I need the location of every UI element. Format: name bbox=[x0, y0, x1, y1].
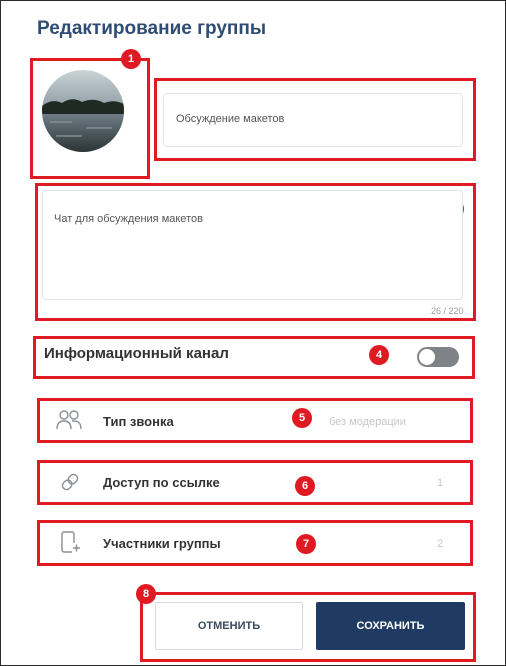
call-type-value: без модерации bbox=[329, 416, 406, 428]
members-value: 2 bbox=[437, 538, 444, 550]
link-icon bbox=[61, 473, 79, 491]
group-avatar[interactable] bbox=[42, 70, 124, 152]
info-channel-toggle[interactable] bbox=[417, 347, 459, 367]
members-label: Участники группы bbox=[103, 536, 221, 551]
annotation-badge-4: 4 bbox=[369, 345, 389, 365]
call-type-label: Тип звонка bbox=[103, 414, 174, 429]
avatar-image bbox=[42, 70, 124, 152]
call-type-row[interactable]: Тип звонка без модерации bbox=[37, 398, 473, 443]
link-access-label: Доступ по ссылке bbox=[103, 475, 220, 490]
dialog-title: Редактирование группы bbox=[37, 18, 267, 39]
description-char-counter: 26 / 220 bbox=[431, 306, 464, 316]
people-icon bbox=[56, 410, 82, 430]
toggle-knob bbox=[419, 349, 435, 365]
annotation-badge-1: 1 bbox=[121, 49, 141, 69]
group-name-input[interactable]: Обсуждение макетов bbox=[163, 93, 463, 147]
link-access-row[interactable]: Доступ по ссылке 1 bbox=[37, 460, 473, 505]
group-name-value: Обсуждение макетов bbox=[176, 113, 285, 125]
add-member-icon bbox=[61, 531, 81, 553]
cancel-button[interactable]: ОТМЕНИТЬ bbox=[155, 602, 303, 650]
info-channel-label: Информационный канал bbox=[44, 345, 229, 362]
group-description-value: Чат для обсуждения макетов bbox=[54, 213, 203, 225]
annotation-badge-8: 8 bbox=[136, 584, 156, 604]
members-row[interactable]: Участники группы 2 bbox=[37, 520, 473, 566]
save-button[interactable]: СОХРАНИТЬ bbox=[316, 602, 465, 650]
link-access-value: 1 bbox=[437, 477, 444, 489]
group-description-input[interactable]: Чат для обсуждения макетов bbox=[42, 190, 463, 300]
